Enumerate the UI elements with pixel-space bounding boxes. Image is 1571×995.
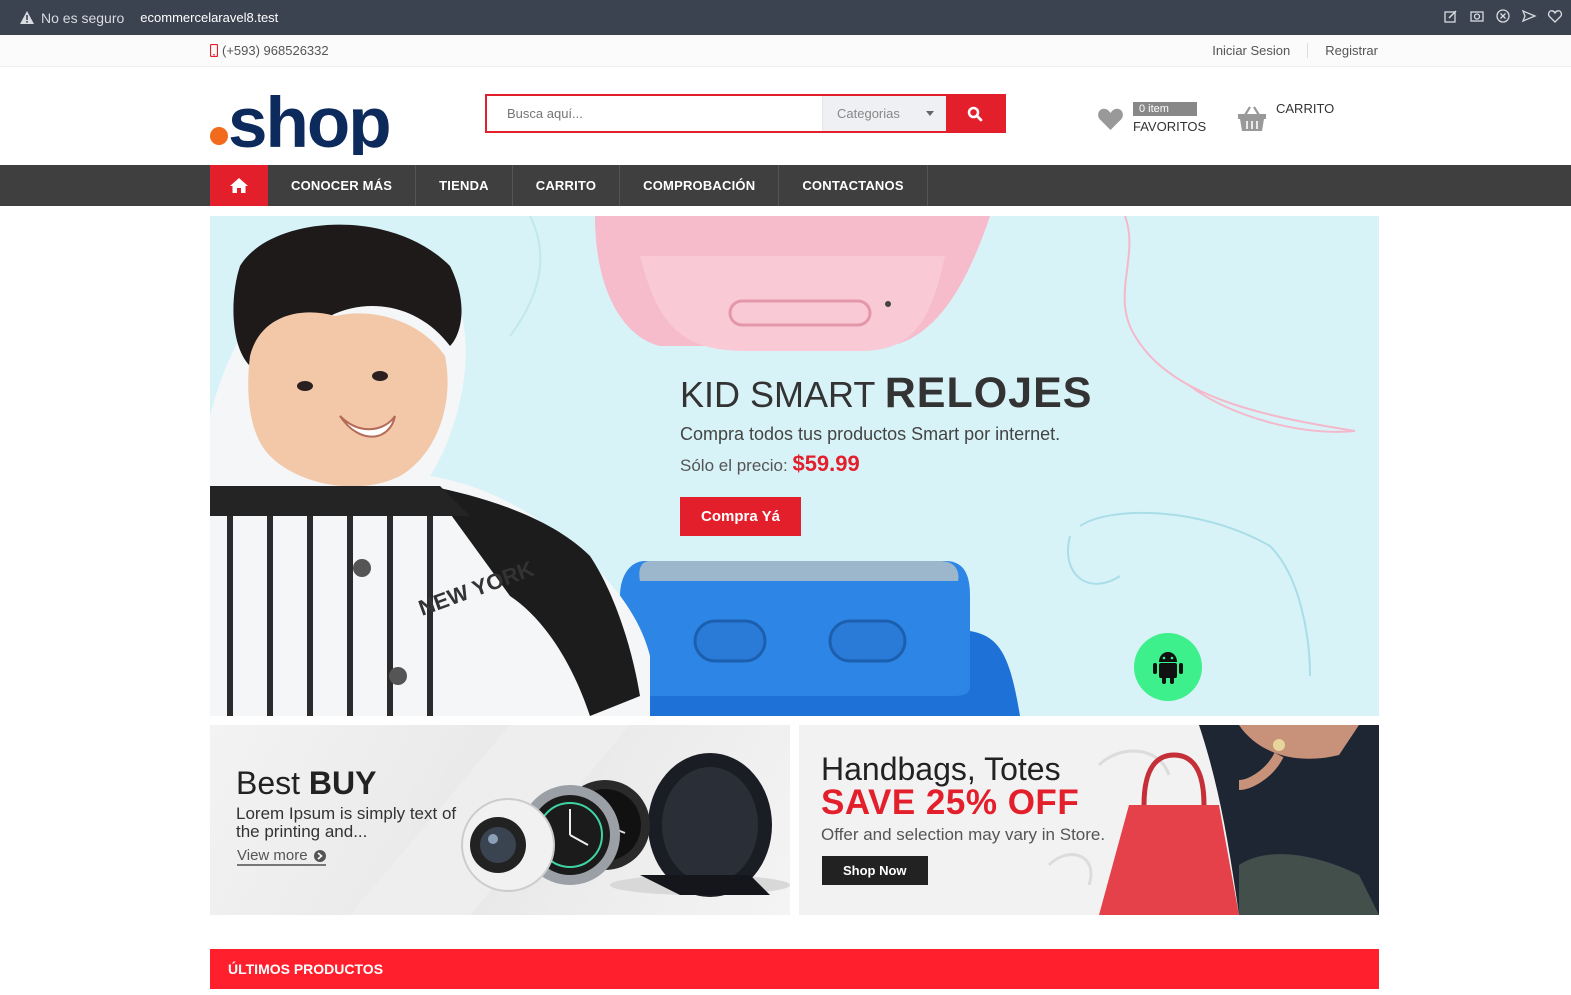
heart-outline-icon[interactable] xyxy=(1547,8,1563,24)
hero-price-label: Sólo el precio: xyxy=(680,456,793,475)
hero-title-light: KID SMART xyxy=(680,374,885,415)
phone-number: (+593) 968526332 xyxy=(222,43,329,58)
search-input[interactable] xyxy=(487,96,822,131)
category-select-label: Categorias xyxy=(837,106,900,121)
handbags-banner[interactable]: Handbags, Totes SAVE 25% OFF Offer and s… xyxy=(799,725,1379,915)
best-buy-title: Best BUY xyxy=(236,765,376,802)
buy-now-button[interactable]: Compra Yá xyxy=(680,497,801,536)
android-icon xyxy=(1153,652,1183,684)
view-more-label: View more xyxy=(237,847,308,864)
latest-products-header: ÚLTIMOS PRODUCTOS xyxy=(210,949,1379,989)
hero-title-bold: RELOJES xyxy=(884,369,1093,417)
shop-now-button[interactable]: Shop Now xyxy=(822,856,928,885)
handbags-sale: SAVE 25% OFF xyxy=(821,783,1080,822)
phone-contact: (+593) 968526332 xyxy=(210,43,329,58)
shop-logo[interactable]: shop xyxy=(209,75,399,155)
camera-icon[interactable] xyxy=(1469,8,1485,24)
hero-subtitle: Compra todos tus productos Smart por int… xyxy=(680,424,1061,444)
security-warning[interactable]: No es seguro xyxy=(20,10,124,26)
security-text: No es seguro xyxy=(41,9,125,26)
nav-item-carrito[interactable]: CARRITO xyxy=(513,165,621,206)
register-link[interactable]: Registrar xyxy=(1307,43,1378,58)
favorites-widget[interactable]: 0 item FAVORITOS xyxy=(1097,99,1206,134)
search-bar: Categorias xyxy=(485,94,1006,133)
nav-item-tienda[interactable]: TIENDA xyxy=(416,165,513,206)
close-circle-icon[interactable] xyxy=(1495,8,1511,24)
android-badge[interactable] xyxy=(1134,633,1202,701)
browser-address-bar: No es seguro ecommercelaravel8.test xyxy=(0,0,1571,35)
hero-slider[interactable]: NEW YORK KID SMART RELOJES Compra todos … xyxy=(210,216,1379,716)
caret-down-icon xyxy=(926,111,934,116)
cart-label: CARRITO xyxy=(1276,101,1335,116)
category-select[interactable]: Categorias xyxy=(822,96,946,131)
best-buy-title-light: Best xyxy=(236,765,309,801)
nav-item-conocer-mas[interactable]: CONOCER MÁS xyxy=(268,165,417,206)
hero-price: $59.99 xyxy=(792,451,860,476)
search-icon xyxy=(967,106,983,121)
svg-text:shop: shop xyxy=(228,84,390,155)
nav-home-button[interactable] xyxy=(210,165,268,206)
nav-item-comprobacion[interactable]: COMPROBACIÓN xyxy=(620,165,780,206)
favorites-label: FAVORITOS xyxy=(1133,119,1207,134)
hero-price-line: Sólo el precio: $59.99 xyxy=(680,451,1092,477)
site-header: shop Categorias 0 item FAVORITOS CARRITO xyxy=(0,67,1571,165)
best-buy-text: Lorem Ipsum is simply text of the printi… xyxy=(236,804,457,841)
login-link[interactable]: Iniciar Sesion xyxy=(1195,43,1307,58)
heart-icon xyxy=(1098,108,1123,130)
hero-title: KID SMART RELOJES xyxy=(680,368,1092,420)
main-navigation: CONOCER MÁS TIENDA CARRITO COMPROBACIÓN … xyxy=(0,165,1571,206)
mobile-phone-icon xyxy=(210,44,218,57)
home-icon xyxy=(230,178,248,193)
send-icon[interactable] xyxy=(1521,8,1537,24)
search-button[interactable] xyxy=(946,96,1004,131)
edit-icon[interactable] xyxy=(1443,8,1459,24)
hero-content: KID SMART RELOJES Compra todos tus produ… xyxy=(680,368,1092,536)
view-more-link[interactable]: View more xyxy=(237,847,326,866)
best-buy-title-bold: BUY xyxy=(308,765,377,801)
handbags-text: Offer and selection may vary in Store. xyxy=(821,825,1106,844)
shopping-basket-icon xyxy=(1238,106,1266,131)
best-buy-banner[interactable]: Best BUY Lorem Ipsum is simply text of t… xyxy=(210,725,790,915)
nav-item-contactanos[interactable]: CONTACTANOS xyxy=(779,165,928,206)
url-text[interactable]: ecommercelaravel8.test xyxy=(140,10,278,25)
arrow-circle-right-icon xyxy=(313,849,326,862)
top-info-bar: (+593) 968526332 Iniciar Sesion Registra… xyxy=(0,35,1571,67)
cart-widget[interactable]: CARRITO xyxy=(1237,99,1334,132)
favorites-count-badge: 0 item xyxy=(1133,102,1197,116)
warning-icon xyxy=(20,11,34,24)
